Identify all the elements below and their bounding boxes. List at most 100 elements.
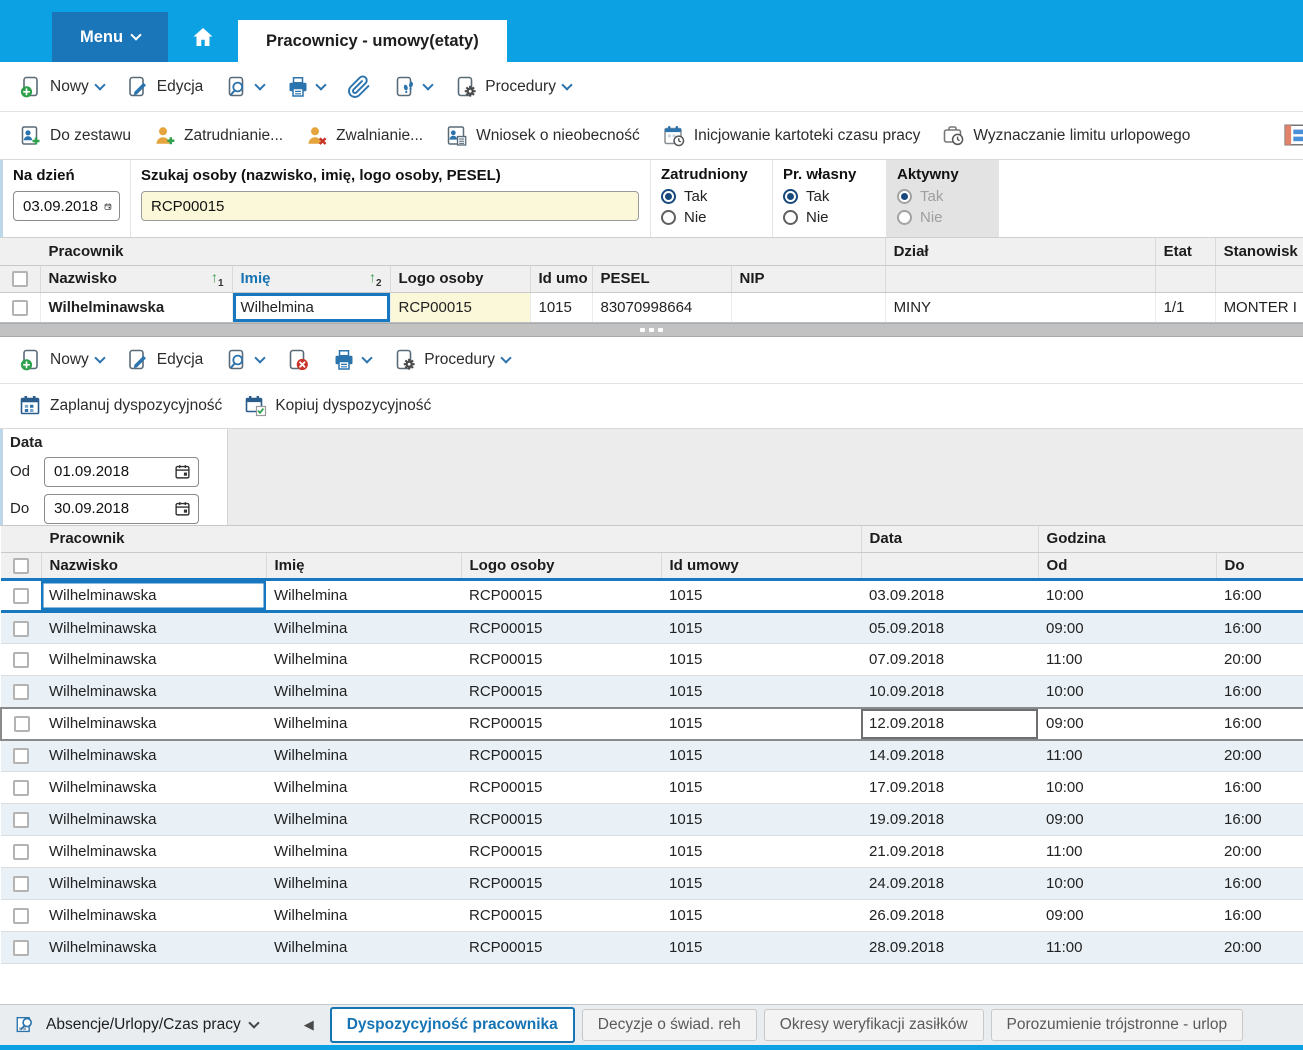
select-all-cell[interactable]	[1, 553, 41, 580]
cell-godzina-do[interactable]: 16:00	[1216, 676, 1303, 708]
row-checkbox[interactable]	[13, 876, 29, 892]
cell-id-umowy[interactable]: 1015	[661, 580, 861, 612]
table-row[interactable]: Wilhelminawska Wilhelmina RCP00015 1015 …	[1, 612, 1303, 644]
row-checkbox-cell[interactable]	[1, 868, 41, 900]
cell-imie[interactable]: Wilhelmina	[266, 708, 461, 740]
cell-nazwisko[interactable]: Wilhelminawska	[41, 708, 266, 740]
cell-godzina-od[interactable]: 10:00	[1038, 772, 1216, 804]
cell-logo-osoby[interactable]: RCP00015	[461, 836, 661, 868]
cell-data[interactable]: 24.09.2018	[861, 868, 1038, 900]
cell-godzina-do[interactable]: 16:00	[1216, 804, 1303, 836]
cell-pesel[interactable]: 83070998664	[592, 292, 731, 322]
row-checkbox-cell[interactable]	[1, 932, 41, 964]
cell-id-umowy[interactable]: 1015	[661, 900, 861, 932]
cell-godzina-do[interactable]: 16:00	[1216, 772, 1303, 804]
cell-godzina-do[interactable]: 20:00	[1216, 740, 1303, 772]
row-checkbox[interactable]	[13, 748, 29, 764]
cell-data[interactable]: 12.09.2018	[861, 708, 1038, 740]
table-row[interactable]: Wilhelminawska Wilhelmina RCP00015 1015 …	[1, 740, 1303, 772]
row-checkbox-cell[interactable]	[1, 836, 41, 868]
column-header-pesel[interactable]: PESEL	[592, 265, 731, 292]
cell-nazwisko[interactable]: Wilhelminawska	[41, 772, 266, 804]
cell-nazwisko[interactable]: Wilhelminawska	[41, 644, 266, 676]
cell-imie[interactable]: Wilhelmina	[266, 676, 461, 708]
cell-imie[interactable]: Wilhelmina	[266, 580, 461, 612]
edit-button[interactable]: Edycja	[115, 337, 215, 383]
grid-tool-button[interactable]	[1282, 122, 1303, 152]
column-header-nazwisko[interactable]: Nazwisko↑1	[40, 265, 232, 292]
zatrudniony-nie-option[interactable]: Nie	[661, 207, 762, 228]
cell-data[interactable]: 10.09.2018	[861, 676, 1038, 708]
cell-godzina-do[interactable]: 16:00	[1216, 900, 1303, 932]
row-checkbox-cell[interactable]	[1, 804, 41, 836]
cell-imie[interactable]: Wilhelmina	[266, 612, 461, 644]
row-checkbox[interactable]	[13, 588, 29, 604]
row-checkbox-cell[interactable]	[1, 644, 41, 676]
cell-data[interactable]: 19.09.2018	[861, 804, 1038, 836]
select-all-checkbox[interactable]	[13, 558, 29, 574]
cell-godzina-do[interactable]: 20:00	[1216, 644, 1303, 676]
cell-godzina-od[interactable]: 11:00	[1038, 932, 1216, 964]
procedures-button[interactable]: Procedury	[382, 337, 521, 383]
menu-button[interactable]: Menu	[52, 12, 168, 62]
cell-id-umowy[interactable]: 1015	[661, 612, 861, 644]
cell-nazwisko[interactable]: Wilhelminawska	[41, 740, 266, 772]
column-header-imie[interactable]: Imię↑2	[232, 265, 390, 292]
cell-imie[interactable]: Wilhelmina	[266, 900, 461, 932]
cell-id-umowy[interactable]: 1015	[661, 644, 861, 676]
row-checkbox-cell[interactable]	[1, 612, 41, 644]
cell-imie[interactable]: Wilhelmina	[266, 740, 461, 772]
attachment-button[interactable]	[336, 62, 382, 111]
column-header-logo-osoby[interactable]: Logo osoby	[461, 553, 661, 580]
cell-imie[interactable]: Wilhelmina	[266, 804, 461, 836]
cell-godzina-od[interactable]: 11:00	[1038, 836, 1216, 868]
pr-wlasny-nie-option[interactable]: Nie	[783, 207, 876, 228]
add-to-set-button[interactable]: Do zestawu	[8, 112, 142, 159]
row-checkbox[interactable]	[13, 621, 29, 637]
hire-button[interactable]: Zatrudnianie...	[142, 112, 294, 159]
cell-id-umowy[interactable]: 1015	[661, 836, 861, 868]
cell-logo-osoby[interactable]: RCP00015	[461, 740, 661, 772]
search-button[interactable]	[214, 62, 275, 111]
cell-nip[interactable]	[731, 292, 885, 322]
row-checkbox[interactable]	[13, 844, 29, 860]
table-row[interactable]: Wilhelminawska Wilhelmina RCP00015 1015 …	[1, 836, 1303, 868]
cell-data[interactable]: 03.09.2018	[861, 580, 1038, 612]
procedures-button[interactable]: Procedury	[443, 62, 582, 111]
cell-logo-osoby[interactable]: RCP00015	[461, 676, 661, 708]
row-checkbox[interactable]	[13, 908, 29, 924]
table-row[interactable]: Wilhelminawska Wilhelmina RCP00015 1015 …	[1, 804, 1303, 836]
home-button[interactable]	[168, 12, 238, 62]
table-row[interactable]: Wilhelminawska Wilhelmina RCP00015 1015 …	[1, 580, 1303, 612]
table-row[interactable]: Wilhelminawska Wilhelmina RCP00015 1015 …	[1, 868, 1303, 900]
cell-dzial[interactable]: MINY	[885, 292, 1155, 322]
footsteps-button[interactable]	[382, 62, 443, 111]
print-button[interactable]	[275, 62, 336, 111]
search-button[interactable]	[214, 337, 275, 383]
column-header-imie[interactable]: Imię	[266, 553, 461, 580]
leave-limit-button[interactable]: Wyznaczanie limitu urlopowego	[931, 112, 1201, 159]
column-header-etat[interactable]: Etat	[1155, 238, 1215, 265]
new-button[interactable]: Nowy	[8, 62, 115, 111]
cell-godzina-do[interactable]: 16:00	[1216, 868, 1303, 900]
cell-nazwisko[interactable]: Wilhelminawska	[41, 804, 266, 836]
tab-dyspozycyjnosc-pracownika[interactable]: Dyspozycyjność pracownika	[330, 1007, 575, 1043]
cell-imie[interactable]: Wilhelmina	[266, 932, 461, 964]
zatrudniony-tak-option[interactable]: Tak	[661, 186, 762, 207]
tab-pracownicy-umowy[interactable]: Pracownicy - umowy(etaty)	[238, 20, 507, 62]
delete-button[interactable]	[275, 337, 321, 383]
column-header-logo-osoby[interactable]: Logo osoby	[390, 265, 530, 292]
row-checkbox[interactable]	[14, 716, 30, 732]
cell-godzina-do[interactable]: 16:00	[1216, 708, 1303, 740]
column-header-data[interactable]: Data	[861, 526, 1038, 553]
cell-imie[interactable]: Wilhelmina	[266, 836, 461, 868]
cell-id-umowy[interactable]: 1015	[661, 676, 861, 708]
table-row[interactable]: Wilhelminawska Wilhelmina RCP00015 1015 …	[1, 900, 1303, 932]
date-to-input[interactable]: 30.09.2018	[44, 494, 199, 524]
cell-godzina-od[interactable]: 10:00	[1038, 868, 1216, 900]
cell-godzina-od[interactable]: 09:00	[1038, 900, 1216, 932]
na-dzien-date-input[interactable]: 03.09.2018	[13, 191, 120, 221]
absence-request-button[interactable]: Wniosek o nieobecność	[434, 112, 651, 159]
cell-godzina-od[interactable]: 11:00	[1038, 740, 1216, 772]
row-checkbox-cell[interactable]	[1, 676, 41, 708]
